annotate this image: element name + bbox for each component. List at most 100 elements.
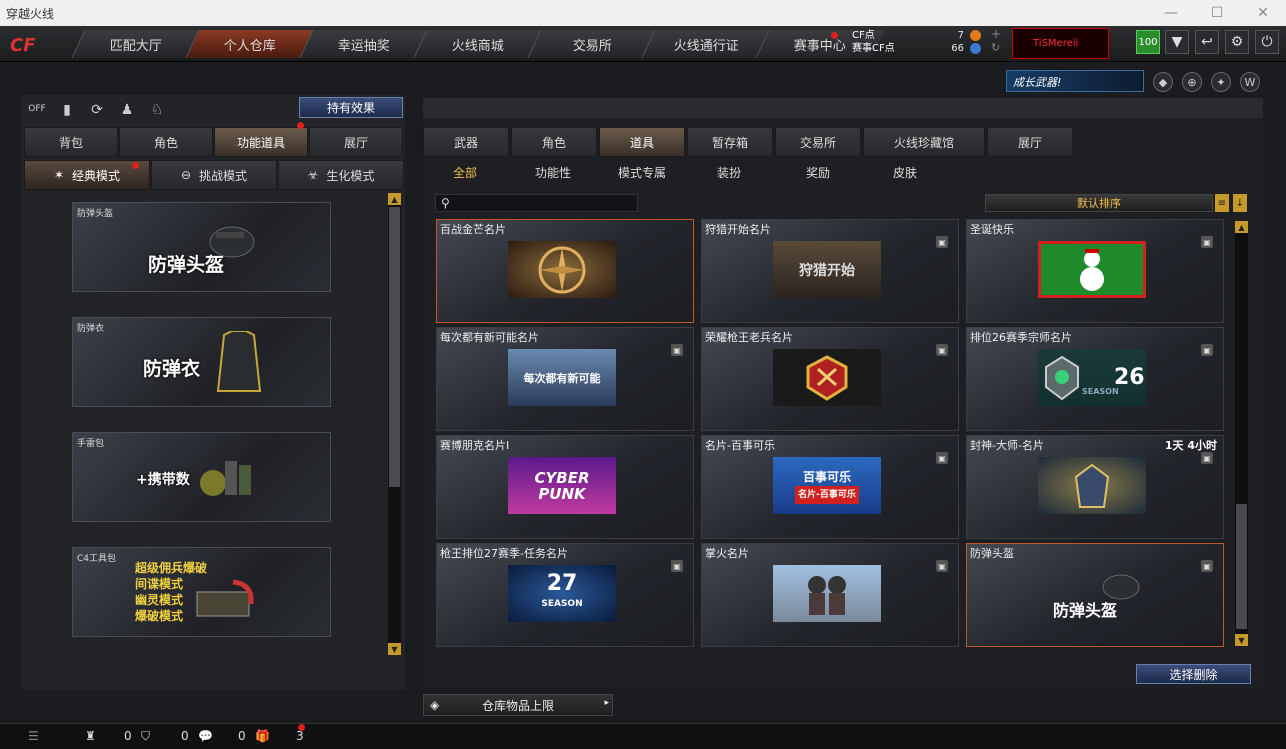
item-image: 26 SEASON bbox=[1038, 349, 1146, 406]
storage-limit-button[interactable]: ◈ 仓库物品上限 ▸ bbox=[423, 694, 613, 716]
clan-icon[interactable]: ⛉ bbox=[141, 729, 150, 744]
compass-emblem-icon bbox=[538, 246, 586, 293]
rtab-weapons[interactable]: 武器 bbox=[423, 127, 509, 157]
left-scroll-thumb[interactable] bbox=[389, 207, 400, 487]
rank-icon[interactable]: ▼ bbox=[1165, 30, 1189, 54]
card-c4-toolkit[interactable]: C4工具包 超级佣兵爆破 间谍模式 幽灵模式 爆破模式 bbox=[72, 547, 331, 637]
nav-tab-shop[interactable]: 火线商城 bbox=[413, 30, 543, 58]
vest-icon bbox=[216, 331, 262, 392]
search-box[interactable]: ⚲ bbox=[435, 194, 638, 212]
scroll-down-icon[interactable]: ▼ bbox=[1235, 634, 1248, 646]
item-image: 每次都有新可能 bbox=[508, 349, 616, 406]
item-card[interactable]: 狩猎开始名片 ▣ 狩猎开始 bbox=[701, 219, 959, 323]
item-card[interactable]: 掌火名片 ▣ bbox=[701, 543, 959, 647]
select-delete-button[interactable]: 选择删除 bbox=[1136, 664, 1251, 684]
left-scrollbar[interactable]: ▲ ▼ bbox=[388, 193, 401, 655]
item-card[interactable]: 封神-大师-名片 1天 4小时 ▣ bbox=[966, 435, 1224, 539]
cf-points-value: 7 bbox=[957, 30, 964, 41]
grenade-icon bbox=[200, 461, 251, 496]
rtab-character[interactable]: 角色 bbox=[511, 127, 597, 157]
item-card[interactable]: 赛博朋克名片I CYBER PUNK bbox=[436, 435, 694, 539]
player-name-box[interactable]: TiSMereii bbox=[1012, 28, 1109, 59]
stats-icon[interactable]: ▮ bbox=[57, 100, 77, 120]
item-card[interactable]: 圣诞快乐 ▣ bbox=[966, 219, 1224, 323]
tab-function-items[interactable]: 功能道具 bbox=[214, 127, 308, 157]
match-points-value: 66 bbox=[951, 43, 964, 54]
lock-icon: ▣ bbox=[671, 560, 683, 572]
tab-showroom[interactable]: 展厅 bbox=[309, 127, 403, 157]
friends-count: 0 bbox=[124, 729, 132, 743]
search-input[interactable] bbox=[456, 196, 634, 210]
item-card[interactable]: 排位26赛季宗师名片 ▣ 26 SEASON bbox=[966, 327, 1224, 431]
maximize-icon[interactable]: ☐ bbox=[1194, 0, 1240, 26]
nav-tab-match-lobby[interactable]: 匹配大厅 bbox=[71, 30, 201, 58]
holding-effect-button[interactable]: 持有效果 bbox=[299, 97, 403, 118]
nav-tab-exchange[interactable]: 交易所 bbox=[527, 30, 657, 58]
tab-backpack[interactable]: 背包 bbox=[24, 127, 118, 157]
gear-icon[interactable]: ⚙ bbox=[1225, 30, 1249, 54]
nav-tab-pass[interactable]: 火线通行证 bbox=[641, 30, 771, 58]
item-image bbox=[1038, 241, 1146, 298]
cheer-icon[interactable]: ✦ bbox=[1211, 72, 1231, 92]
item-card[interactable]: 荣耀枪王老兵名片 ▣ bbox=[701, 327, 959, 431]
add-points-icon[interactable]: + bbox=[991, 27, 1001, 41]
card-grenade-pack[interactable]: 手雷包 +携带数 bbox=[72, 432, 331, 522]
lock-icon: ▣ bbox=[936, 452, 948, 464]
card-vest[interactable]: 防弹衣 防弹衣 bbox=[72, 317, 331, 407]
subtab-skins[interactable]: 皮肤 bbox=[893, 164, 917, 181]
minimize-icon[interactable]: — bbox=[1148, 0, 1194, 26]
nav-tab-lottery[interactable]: 幸运抽奖 bbox=[299, 30, 429, 58]
bag-icon[interactable]: ♘ bbox=[147, 100, 167, 120]
rotate-icon[interactable]: ⟳ bbox=[87, 100, 107, 120]
right-scrollbar[interactable]: ▲ ▼ bbox=[1235, 221, 1248, 646]
list-view-icon[interactable]: ≡ bbox=[1215, 194, 1229, 212]
item-card[interactable]: 枪王排位27赛季-任务名片 ▣ 27 SEASON bbox=[436, 543, 694, 647]
rtab-items[interactable]: 道具 bbox=[599, 127, 685, 157]
subtab-rewards[interactable]: 奖励 bbox=[806, 164, 830, 181]
right-scroll-thumb[interactable] bbox=[1236, 504, 1247, 629]
close-icon[interactable]: ✕ bbox=[1240, 0, 1286, 26]
item-image: 27 SEASON bbox=[508, 565, 616, 622]
subtab-mode-exclusive[interactable]: 模式专属 bbox=[618, 164, 666, 181]
wing-icon[interactable]: W bbox=[1240, 72, 1260, 92]
card-helmet[interactable]: 防弹头盔 防弹头盔 bbox=[72, 202, 331, 292]
menu-list-icon[interactable]: ☰ bbox=[28, 729, 39, 743]
tab-character[interactable]: 角色 bbox=[119, 127, 213, 157]
subtab-functional[interactable]: 功能性 bbox=[535, 164, 571, 181]
chat-icon[interactable]: 💬 bbox=[198, 729, 213, 743]
subtab-all[interactable]: 全部 bbox=[453, 164, 477, 181]
subtab-appearance[interactable]: 装扮 bbox=[717, 164, 741, 181]
item-card[interactable]: 防弹头盔 ▣ 防弹头盔 bbox=[966, 543, 1224, 647]
rtab-showroom[interactable]: 展厅 bbox=[987, 127, 1073, 157]
scroll-down-icon[interactable]: ▼ bbox=[388, 643, 401, 655]
rtab-exchange[interactable]: 交易所 bbox=[775, 127, 861, 157]
nav-tab-warehouse[interactable]: 个人仓库 bbox=[185, 30, 315, 58]
shield-badge-icon[interactable]: ◆ bbox=[1153, 72, 1173, 92]
scroll-up-icon[interactable]: ▲ bbox=[1235, 221, 1248, 233]
rtab-storage[interactable]: 暂存箱 bbox=[687, 127, 773, 157]
clan-count: 0 bbox=[181, 729, 189, 743]
match-points-label: 赛事CF点 bbox=[852, 43, 895, 54]
mode-zombie[interactable]: ☣ 生化模式 bbox=[278, 160, 404, 190]
level-badge[interactable]: 100 bbox=[1136, 30, 1160, 54]
toggle-off-icon[interactable]: OFF bbox=[27, 99, 47, 119]
points-labels: CF点 赛事CF点 bbox=[852, 29, 895, 55]
gift-icon[interactable]: 🎁 bbox=[255, 729, 270, 743]
item-card[interactable]: 名片-百事可乐 ▣ 百事可乐 名片-百事可乐 bbox=[701, 435, 959, 539]
crosshair-icon[interactable]: ⊕ bbox=[1182, 72, 1202, 92]
item-card[interactable]: 每次都有新可能名片 ▣ 每次都有新可能 bbox=[436, 327, 694, 431]
character-icon[interactable]: ♟ bbox=[117, 100, 137, 120]
growth-weapon-banner[interactable]: 成长武器! bbox=[1006, 70, 1144, 92]
power-icon[interactable]: ⏻ bbox=[1255, 30, 1279, 54]
item-image bbox=[1038, 457, 1146, 514]
sort-dropdown[interactable]: 默认排序 bbox=[985, 194, 1213, 212]
exit-room-icon[interactable]: ↩ bbox=[1195, 30, 1219, 54]
rtab-collection[interactable]: 火线珍藏馆 bbox=[863, 127, 985, 157]
refresh-icon[interactable]: ↻ bbox=[991, 41, 1000, 54]
item-card[interactable]: 百战金芒名片 bbox=[436, 219, 694, 323]
soldiers-icon bbox=[808, 575, 846, 615]
friends-icon[interactable]: ♜ bbox=[85, 729, 96, 743]
mode-challenge[interactable]: ⊖ 挑战模式 bbox=[151, 160, 277, 190]
sort-order-icon[interactable]: ↓ bbox=[1233, 194, 1247, 212]
scroll-up-icon[interactable]: ▲ bbox=[388, 193, 401, 205]
